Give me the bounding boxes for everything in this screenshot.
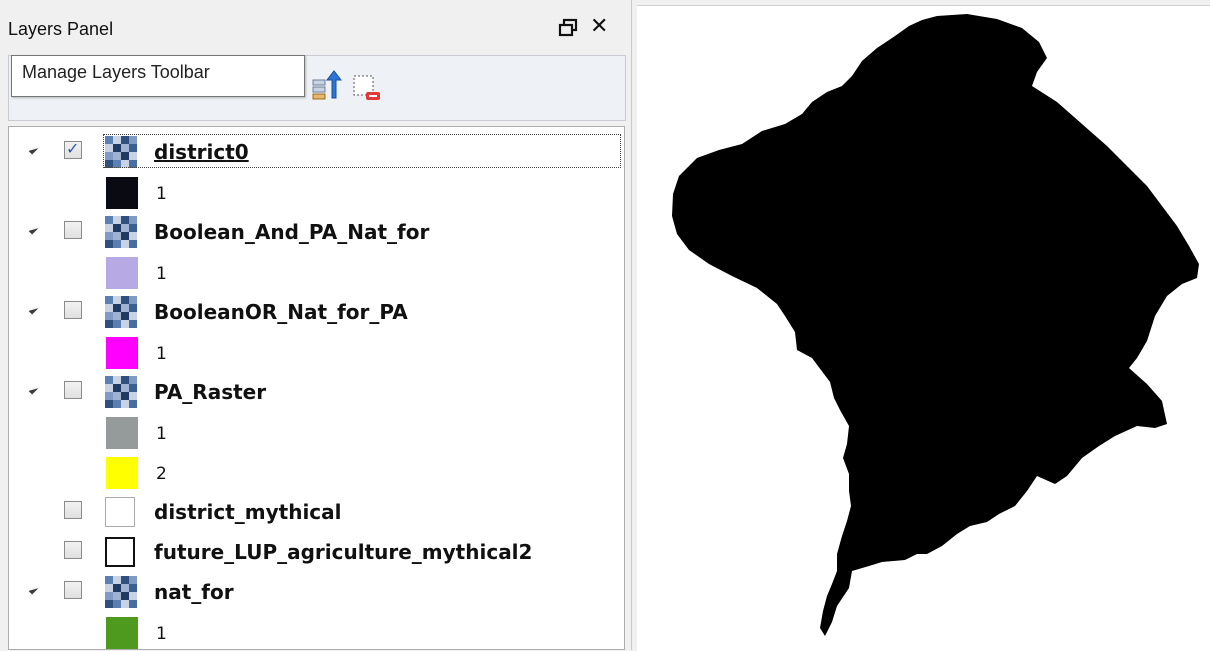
layer-visibility-checkbox[interactable]	[64, 139, 82, 159]
district-polygon	[672, 14, 1199, 636]
layer-name[interactable]: BooleanOR_Nat_for_PA	[154, 300, 408, 324]
layer-visibility-checkbox[interactable]	[64, 541, 82, 559]
raster-layer-icon	[105, 376, 137, 408]
map-canvas[interactable]	[637, 5, 1210, 651]
layer-visibility-checkbox[interactable]	[64, 501, 82, 519]
expand-arrow-icon[interactable]	[28, 224, 39, 235]
layer-visibility-checkbox[interactable]	[64, 581, 82, 599]
close-panel-button[interactable]: ✕	[590, 15, 608, 39]
layer-row[interactable]: BooleanOR_Nat_for_PA	[9, 293, 624, 331]
remove-layer-icon[interactable]	[352, 72, 382, 102]
legend-swatch	[106, 257, 138, 289]
legend-swatch	[106, 417, 138, 449]
layers-panel: Layers Panel ✕ Manage Layers Toolbar dis…	[0, 0, 632, 650]
legend-swatch	[106, 337, 138, 369]
expand-arrow-icon[interactable]	[28, 384, 39, 395]
raster-layer-icon	[105, 296, 137, 328]
legend-row: 1	[9, 253, 624, 291]
legend-swatch	[106, 457, 138, 489]
legend-swatch	[106, 177, 138, 209]
legend-row: 2	[9, 453, 624, 491]
layer-row[interactable]: future_LUP_agriculture_mythical2	[9, 533, 624, 571]
layer-name[interactable]: future_LUP_agriculture_mythical2	[154, 540, 532, 564]
layer-row[interactable]: PA_Raster	[9, 373, 624, 411]
panel-title: Layers Panel	[8, 19, 114, 39]
polygon-vector-icon	[105, 497, 135, 527]
expand-arrow-icon[interactable]	[28, 304, 39, 315]
layer-row[interactable]: Boolean_And_PA_Nat_for	[9, 213, 624, 251]
layer-row[interactable]: nat_for	[9, 573, 624, 611]
legend-value: 2	[156, 464, 167, 484]
raster-layer-icon	[105, 216, 137, 248]
expand-arrow-icon[interactable]	[28, 144, 39, 155]
selection-focus-box	[103, 134, 621, 168]
legend-value: 1	[156, 184, 167, 204]
layer-tree[interactable]: district0 1 Boolean_And_PA_Nat_for 1 Boolean…	[8, 126, 625, 650]
district-map	[672, 14, 1199, 636]
polygon-vector-icon	[105, 537, 135, 567]
layer-name[interactable]: nat_for	[154, 580, 234, 604]
move-layer-up-icon[interactable]	[310, 68, 342, 100]
layer-name[interactable]: district_mythical	[154, 500, 342, 524]
legend-value: 1	[156, 264, 167, 284]
layer-visibility-checkbox[interactable]	[64, 221, 82, 239]
layer-visibility-checkbox[interactable]	[64, 381, 82, 399]
raster-layer-icon	[105, 576, 137, 608]
layer-name[interactable]: PA_Raster	[154, 380, 266, 404]
toolbar-tooltip: Manage Layers Toolbar	[11, 55, 305, 97]
legend-row: 1	[9, 413, 624, 451]
layer-row[interactable]: district_mythical	[9, 493, 624, 531]
legend-value: 1	[156, 624, 167, 644]
legend-value: 1	[156, 344, 167, 364]
expand-arrow-icon[interactable]	[28, 584, 39, 595]
legend-swatch	[106, 617, 138, 649]
legend-row: 1	[9, 333, 624, 371]
layer-visibility-checkbox[interactable]	[64, 301, 82, 319]
legend-row: 1	[9, 173, 624, 211]
layer-row[interactable]: district0	[9, 133, 624, 171]
float-window-icon[interactable]	[557, 17, 579, 39]
legend-value: 1	[156, 424, 167, 444]
legend-row: 1	[9, 613, 624, 649]
layer-name[interactable]: Boolean_And_PA_Nat_for	[154, 220, 429, 244]
